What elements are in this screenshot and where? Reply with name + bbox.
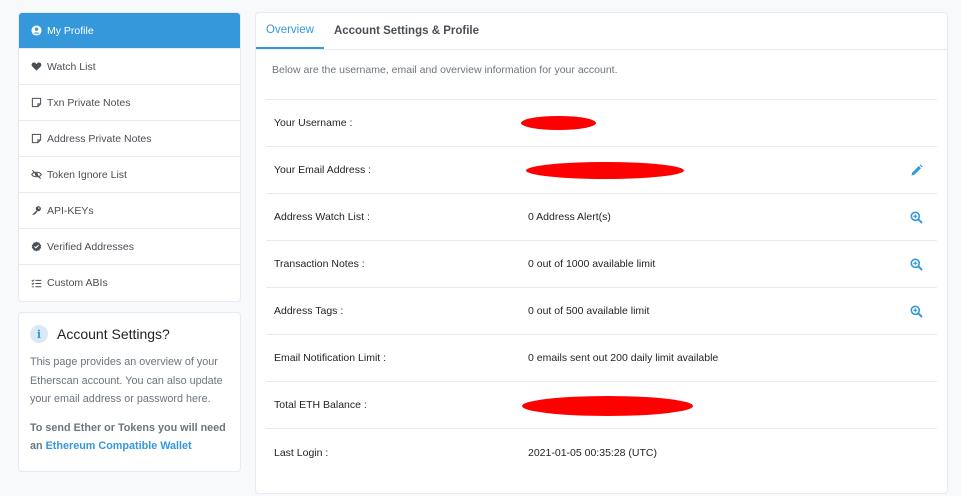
eye-slash-icon (30, 169, 42, 181)
account-sidebar: My Profile Watch List Txn Private Notes … (18, 12, 241, 302)
sidebar-item-label: Token Ignore List (47, 168, 127, 181)
sidebar-item-custom-abis[interactable]: Custom ABIs (19, 265, 240, 301)
row-value: 2021-01-05 00:35:28 (UTC) (528, 446, 657, 459)
edit-email-pencil-icon[interactable] (910, 164, 923, 177)
sidebar-item-address-private-notes[interactable]: Address Private Notes (19, 121, 240, 157)
row-label: Transaction Notes : (274, 258, 365, 270)
sidebar-item-label: Address Private Notes (47, 132, 152, 145)
username-redaction (521, 116, 596, 130)
row-label: Email Notification Limit : (274, 352, 387, 364)
key-icon (30, 205, 42, 217)
table-row-last-login: Last Login : 2021-01-05 00:35:28 (UTC) (266, 429, 937, 476)
table-row-email-notification-limit: Email Notification Limit : 0 emails sent… (266, 335, 937, 382)
table-row-watch-list: Address Watch List : 0 Address Alert(s) (266, 194, 937, 241)
table-row-email: Your Email Address : (266, 147, 937, 194)
row-value: 0 out of 1000 available limit (528, 258, 656, 270)
sidebar-item-txn-private-notes[interactable]: Txn Private Notes (19, 85, 240, 121)
row-value: 0 Address Alert(s) (528, 211, 611, 223)
row-label: Your Username : (274, 117, 353, 129)
balance-redaction (522, 396, 693, 416)
sidebar-item-verified-addresses[interactable]: Verified Addresses (19, 229, 240, 265)
email-redaction (526, 162, 684, 179)
overview-intro-text: Below are the username, email and overvi… (272, 64, 618, 76)
heart-icon (30, 61, 42, 73)
sidebar-item-label: Verified Addresses (47, 240, 134, 253)
ethereum-wallet-link[interactable]: Ethereum Compatible Wallet (46, 440, 192, 452)
note-icon (30, 133, 42, 145)
tab-account-settings-profile[interactable]: Account Settings & Profile (324, 12, 489, 49)
info-card-description: This page provides an overview of your E… (30, 356, 223, 405)
row-label: Your Email Address : (274, 164, 372, 176)
account-settings-info-card: i Account Settings? This page provides a… (18, 312, 241, 472)
tab-overview[interactable]: Overview (256, 12, 324, 49)
table-row-address-tags: Address Tags : 0 out of 500 available li… (266, 288, 937, 335)
row-value: 0 emails sent out 200 daily limit availa… (528, 352, 719, 364)
table-row-username: Your Username : (266, 100, 937, 147)
sidebar-item-label: API-KEYs (47, 204, 94, 217)
row-label: Address Watch List : (274, 211, 370, 223)
table-row-total-eth-balance: Total ETH Balance : (266, 382, 937, 429)
info-card-cta: To send Ether or Tokens you will need an… (30, 419, 229, 455)
row-label: Total ETH Balance : (274, 399, 367, 411)
view-transaction-notes-zoom-icon[interactable] (910, 258, 923, 271)
sidebar-item-api-keys[interactable]: API-KEYs (19, 193, 240, 229)
overview-table: Your Username : Your Email Address : Add… (266, 99, 937, 476)
user-circle-icon (30, 25, 42, 37)
view-address-tags-zoom-icon[interactable] (910, 305, 923, 318)
info-icon: i (30, 325, 48, 343)
sidebar-item-token-ignore-list[interactable]: Token Ignore List (19, 157, 240, 193)
info-card-title: Account Settings? (57, 326, 170, 342)
profile-tabs: Overview Account Settings & Profile (256, 13, 947, 50)
profile-overview-card: Overview Account Settings & Profile Belo… (255, 12, 948, 494)
row-label: Address Tags : (274, 305, 344, 317)
sidebar-item-label: My Profile (47, 24, 94, 37)
sidebar-item-watch-list[interactable]: Watch List (19, 49, 240, 85)
list-check-icon (30, 277, 42, 289)
info-card-header: i Account Settings? (30, 325, 229, 343)
sidebar-item-label: Txn Private Notes (47, 96, 131, 109)
row-label: Last Login : (274, 446, 329, 459)
note-icon (30, 97, 42, 109)
view-watch-list-zoom-icon[interactable] (910, 211, 923, 224)
sidebar-item-label: Watch List (47, 60, 96, 73)
check-badge-icon (30, 241, 42, 253)
table-row-transaction-notes: Transaction Notes : 0 out of 1000 availa… (266, 241, 937, 288)
sidebar-item-my-profile[interactable]: My Profile (19, 13, 240, 49)
row-value: 0 out of 500 available limit (528, 305, 650, 317)
sidebar-item-label: Custom ABIs (47, 277, 108, 289)
